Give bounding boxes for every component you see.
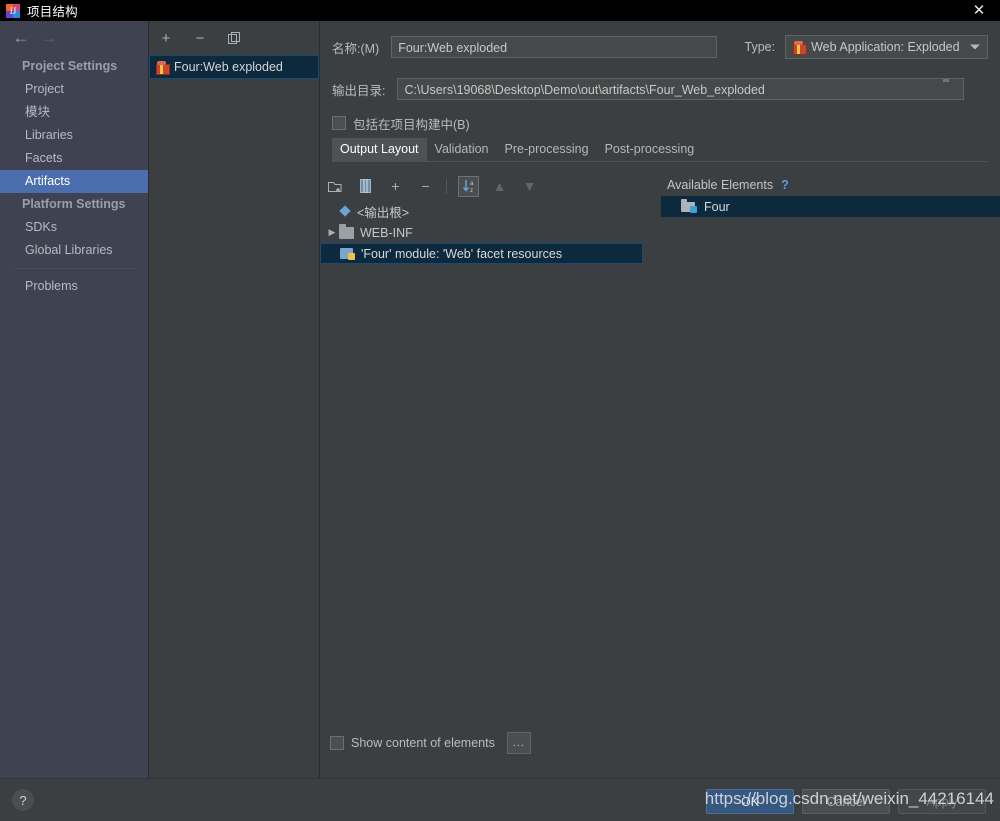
tab-validation[interactable]: Validation — [427, 138, 497, 161]
sidebar-divider — [14, 268, 134, 269]
intellij-idea-icon: IJ — [6, 3, 20, 18]
output-directory-label: 输出目录: — [332, 83, 386, 98]
sidebar-item-modules[interactable]: 模块 — [0, 101, 148, 124]
available-elements-title: Available Elements — [667, 178, 774, 192]
project-structure-dialog: IJ 项目结构 ✕ ← → Project Settings Project 模… — [0, 0, 1000, 821]
settings-sidebar: ← → Project Settings Project 模块 Librarie… — [0, 21, 149, 778]
help-icon[interactable]: ? — [781, 178, 789, 192]
type-label: Type: — [744, 40, 776, 54]
include-in-build-row[interactable]: 包括在项目构建中(B) — [320, 112, 1000, 134]
tab-output-layout[interactable]: Output Layout — [332, 138, 427, 161]
add-archive-icon[interactable] — [356, 177, 375, 196]
output-tree: <输出根> ▶ WEB-INF 'Four' module: 'Web' fac… — [320, 198, 661, 264]
name-label: 名称:(M) — [332, 41, 380, 56]
output-directory-row: 输出目录: C:\Users\19068\Desktop\Demo\out\ar… — [320, 74, 1000, 104]
move-down-icon[interactable]: ▼ — [520, 177, 539, 196]
module-output-icon — [340, 247, 355, 260]
editor-tabs: Output Layout Validation Pre-processing … — [332, 138, 988, 162]
sidebar-item-sdks[interactable]: SDKs — [0, 216, 148, 239]
tab-post-processing[interactable]: Post-processing — [597, 138, 703, 161]
sidebar-item-problems[interactable]: Problems — [0, 275, 148, 298]
tab-pre-processing[interactable]: Pre-processing — [497, 138, 597, 161]
add-element-icon[interactable]: + — [386, 177, 405, 196]
apply-button[interactable]: Apply — [898, 789, 986, 814]
dialog-action-buttons: OK Cancel Apply — [706, 789, 986, 814]
artifact-list-item[interactable]: Four:Web exploded — [149, 55, 319, 79]
include-in-build-checkbox[interactable] — [332, 116, 346, 130]
sidebar-item-project[interactable]: Project — [0, 78, 148, 101]
artifact-name-input[interactable]: Four:Web exploded — [391, 36, 717, 58]
artifact-icon — [792, 40, 808, 55]
ok-button[interactable]: OK — [706, 789, 794, 814]
help-button[interactable]: ? — [12, 789, 34, 811]
include-in-build-label: 包括在项目构建中(B) — [353, 117, 470, 132]
available-element-label: Four — [704, 199, 730, 214]
sidebar-item-facets[interactable]: Facets — [0, 147, 148, 170]
copy-artifact-icon[interactable] — [225, 30, 243, 48]
tree-row-label: <输出根> — [357, 206, 410, 220]
available-element-row[interactable]: Four — [661, 196, 1000, 217]
artifact-editor: 名称:(M) Four:Web exploded Type: Web Appli… — [320, 21, 1000, 778]
svg-text:z: z — [470, 188, 473, 193]
sidebar-group-project-settings: Project Settings — [22, 59, 118, 73]
tree-row[interactable]: <输出根> — [320, 201, 661, 222]
output-directory-value: C:\Users\19068\Desktop\Demo\out\artifact… — [404, 83, 765, 97]
tree-row-label: WEB-INF — [360, 225, 413, 240]
remove-element-icon[interactable]: − — [416, 177, 435, 196]
output-directory-input[interactable]: C:\Users\19068\Desktop\Demo\out\artifact… — [397, 78, 965, 100]
available-elements-pane: Available Elements ? Four — [661, 174, 1000, 749]
remove-artifact-button[interactable]: − — [191, 30, 209, 48]
chevron-down-icon — [970, 44, 980, 50]
tree-row-label: 'Four' module: 'Web' facet resources — [361, 246, 563, 261]
toolbar-separator — [446, 178, 447, 194]
show-content-label: Show content of elements — [351, 736, 495, 750]
artifacts-list-toolbar: + − — [149, 21, 319, 51]
artifacts-list-panel: + − Four:Web exploded — [149, 21, 320, 778]
svg-text:a: a — [470, 181, 474, 187]
cancel-button[interactable]: Cancel — [802, 789, 890, 814]
close-icon[interactable]: ✕ — [968, 0, 990, 21]
sidebar-group-platform-settings: Platform Settings — [22, 197, 126, 211]
tree-row[interactable]: ▶ WEB-INF — [320, 222, 661, 243]
expand-arrow-icon[interactable]: ▶ — [325, 227, 339, 238]
tree-row[interactable]: 'Four' module: 'Web' facet resources — [320, 243, 643, 264]
artifact-icon — [155, 60, 170, 75]
output-root-icon — [339, 205, 352, 218]
available-elements-header: Available Elements ? — [661, 174, 1000, 196]
folder-icon[interactable] — [943, 82, 959, 96]
sidebar-item-global-libraries[interactable]: Global Libraries — [0, 239, 148, 262]
add-artifact-button[interactable]: + — [157, 30, 175, 48]
window-title: 项目结构 — [27, 5, 78, 19]
output-tree-toolbar: + − a z ▲ ▼ — [320, 174, 661, 198]
artifact-type-value: Web Application: Exploded — [811, 40, 960, 54]
artifact-list-item-label: Four:Web exploded — [174, 60, 283, 74]
artifact-type-dropdown[interactable]: Web Application: Exploded — [785, 35, 988, 59]
dialog-footer: ? OK Cancel Apply — [0, 778, 1000, 821]
window-title-bar: IJ 项目结构 ✕ — [0, 0, 1000, 21]
show-content-checkbox[interactable] — [330, 736, 344, 750]
show-content-row: Show content of elements ... — [320, 728, 1000, 758]
back-arrow-icon[interactable]: ← — [7, 28, 35, 48]
output-layout-panes: + − a z ▲ ▼ <输出根> ▶ WEB-INF 'Four' modul… — [320, 174, 1000, 749]
sort-alphabetically-icon[interactable]: a z — [458, 175, 479, 197]
forward-arrow-icon[interactable]: → — [35, 28, 63, 48]
sidebar-item-libraries[interactable]: Libraries — [0, 124, 148, 147]
more-options-button[interactable]: ... — [506, 732, 531, 754]
folder-icon — [339, 223, 354, 239]
name-row: 名称:(M) Four:Web exploded Type: Web Appli… — [320, 30, 1000, 64]
sidebar-item-artifacts[interactable]: Artifacts — [0, 170, 148, 193]
output-layout-pane: + − a z ▲ ▼ <输出根> ▶ WEB-INF 'Four' modul… — [320, 174, 661, 749]
module-folder-icon — [681, 199, 697, 213]
move-up-icon[interactable]: ▲ — [490, 177, 509, 196]
navigation-arrows: ← → — [0, 21, 148, 55]
add-directory-icon[interactable] — [326, 177, 345, 196]
